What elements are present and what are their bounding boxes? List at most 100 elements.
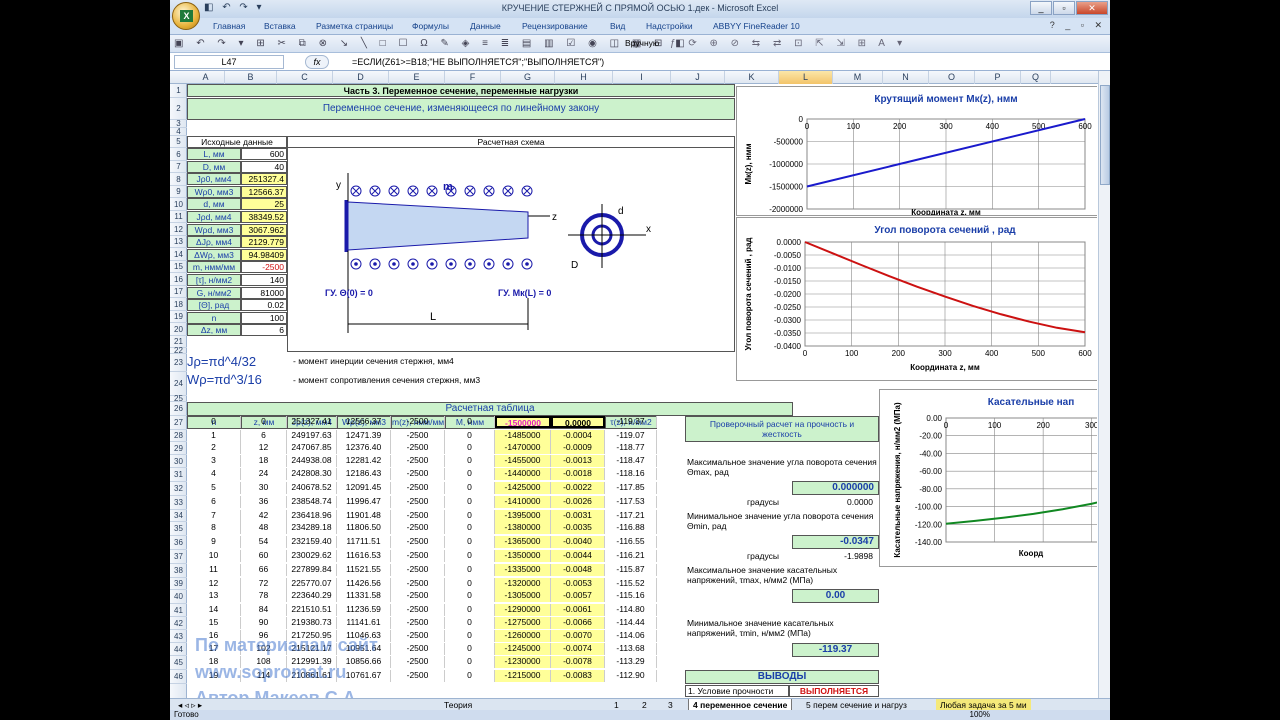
close-button[interactable]: ✕: [1076, 1, 1108, 15]
table-cell[interactable]: 247067.85: [287, 442, 337, 454]
table-cell[interactable]: 90: [241, 617, 287, 629]
table-cell[interactable]: -2500: [391, 442, 445, 454]
table-cell[interactable]: -2500: [391, 670, 445, 682]
row-header[interactable]: 11: [170, 211, 187, 223]
table-cell[interactable]: -1350000: [495, 550, 551, 562]
table-cell[interactable]: 9: [187, 536, 241, 548]
table-cell[interactable]: -119.07: [605, 430, 657, 442]
table-cell[interactable]: -2500: [391, 590, 445, 602]
calc-manual-label[interactable]: Вручную: [625, 38, 659, 48]
table-cell[interactable]: -2500: [391, 617, 445, 629]
table-cell[interactable]: 12186.43: [337, 468, 391, 480]
tab-insert[interactable]: Вставка: [264, 21, 296, 31]
input-value[interactable]: 38349.52: [241, 211, 287, 223]
table-cell[interactable]: -116.88: [605, 522, 657, 534]
row-header[interactable]: 32: [170, 482, 187, 496]
table-cell[interactable]: 12: [241, 442, 287, 454]
table-cell[interactable]: 232159.40: [287, 536, 337, 548]
row-header[interactable]: 10: [170, 198, 187, 211]
table-cell[interactable]: -0.0026: [551, 496, 605, 508]
table-cell[interactable]: 11236.59: [337, 604, 391, 616]
column-header[interactable]: K: [725, 71, 779, 84]
table-cell[interactable]: 78: [241, 590, 287, 602]
table-cell[interactable]: -2500: [391, 416, 445, 428]
table-cell[interactable]: -1455000: [495, 455, 551, 467]
tab-addins[interactable]: Надстройки: [646, 21, 693, 31]
column-header[interactable]: M: [833, 71, 883, 84]
table-cell[interactable]: 36: [241, 496, 287, 508]
formula-input[interactable]: =ЕСЛИ(Z61>=B18;"НЕ ВЫПОЛНЯЕТСЯ";"ВЫПОЛНЯ…: [336, 55, 1096, 69]
table-cell[interactable]: -2500: [391, 482, 445, 494]
office-button[interactable]: X: [172, 2, 200, 30]
table-cell[interactable]: -1395000: [495, 510, 551, 522]
input-value[interactable]: 40: [241, 160, 287, 173]
row-header[interactable]: 5: [170, 136, 187, 148]
table-cell[interactable]: -1470000: [495, 442, 551, 454]
row-header[interactable]: 46: [170, 670, 187, 684]
table-cell[interactable]: 11711.51: [337, 536, 391, 548]
column-header[interactable]: F: [445, 71, 501, 84]
row-header[interactable]: 24: [170, 372, 187, 396]
column-header[interactable]: N: [883, 71, 929, 84]
row-header[interactable]: 33: [170, 496, 187, 510]
table-cell[interactable]: -1305000: [495, 590, 551, 602]
column-header[interactable]: C: [277, 71, 333, 84]
insert-function-button[interactable]: fx: [305, 55, 329, 69]
row-header[interactable]: 7: [170, 161, 187, 173]
table-cell[interactable]: -0.0070: [551, 630, 605, 642]
column-header[interactable]: Q: [1021, 71, 1051, 84]
table-cell[interactable]: -2500: [391, 468, 445, 480]
chart-angle[interactable]: Угол поворота сечений , рад 0.0000 -0.0050…: [736, 217, 1097, 381]
row-header[interactable]: 44: [170, 643, 187, 656]
table-cell[interactable]: -1290000: [495, 604, 551, 616]
table-cell[interactable]: -115.16: [605, 590, 657, 602]
table-cell[interactable]: -1320000: [495, 578, 551, 590]
table-cell[interactable]: 12: [187, 578, 241, 590]
vertical-scrollbar[interactable]: [1098, 71, 1110, 698]
zoom-level[interactable]: 100%: [970, 710, 990, 720]
table-cell[interactable]: 14: [187, 604, 241, 616]
table-cell[interactable]: 11521.55: [337, 564, 391, 576]
table-cell[interactable]: 15: [187, 617, 241, 629]
table-cell[interactable]: 8: [187, 522, 241, 534]
column-header[interactable]: P: [975, 71, 1021, 84]
table-cell[interactable]: 11616.53: [337, 550, 391, 562]
table-cell[interactable]: -1215000: [495, 670, 551, 682]
table-cell[interactable]: -2500: [391, 564, 445, 576]
table-cell[interactable]: -1230000: [495, 656, 551, 668]
row-header[interactable]: 35: [170, 522, 187, 536]
table-cell[interactable]: 30: [241, 482, 287, 494]
toolbar-icons[interactable]: ▣ ↶ ↷ ▾ ⊞ ✂ ⧉ ⊗ ↘ ╲ □ ☐ Ω ✎ ◈ ≡ ≣ ▤ ▥ ☑ …: [174, 38, 690, 49]
column-header[interactable]: D: [333, 71, 389, 84]
table-cell[interactable]: -0.0035: [551, 522, 605, 534]
table-cell[interactable]: 236418.96: [287, 510, 337, 522]
table-cell[interactable]: -0.0057: [551, 590, 605, 602]
table-cell[interactable]: 0: [445, 630, 495, 642]
table-cell[interactable]: -1260000: [495, 630, 551, 642]
table-cell[interactable]: 249197.63: [287, 430, 337, 442]
table-cell[interactable]: -1365000: [495, 536, 551, 548]
table-cell[interactable]: 66: [241, 564, 287, 576]
row-header[interactable]: 17: [170, 286, 187, 298]
table-cell[interactable]: 10: [187, 550, 241, 562]
chart-torque[interactable]: Крутящий момент Мк(z), нмм 0 -500000 -10000…: [736, 86, 1097, 217]
table-cell[interactable]: -1485000: [495, 430, 551, 442]
table-cell[interactable]: -0.0031: [551, 510, 605, 522]
table-cell[interactable]: 12281.42: [337, 455, 391, 467]
table-cell[interactable]: 0: [445, 468, 495, 480]
row-header[interactable]: 37: [170, 550, 187, 564]
tab-view[interactable]: Вид: [610, 21, 625, 31]
table-cell[interactable]: -1410000: [495, 496, 551, 508]
input-value[interactable]: 3067.962: [241, 223, 287, 236]
row-header[interactable]: 19: [170, 311, 187, 323]
table-cell[interactable]: 0: [445, 496, 495, 508]
table-cell[interactable]: -0.0053: [551, 578, 605, 590]
table-cell[interactable]: -0.0074: [551, 643, 605, 655]
table-cell[interactable]: 219380.73: [287, 617, 337, 629]
table-cell[interactable]: -0.0013: [551, 455, 605, 467]
column-header[interactable]: H: [555, 71, 613, 84]
table-cell[interactable]: 11426.56: [337, 578, 391, 590]
table-cell[interactable]: 225770.07: [287, 578, 337, 590]
row-header[interactable]: 23: [170, 354, 187, 372]
table-cell[interactable]: 4: [187, 468, 241, 480]
